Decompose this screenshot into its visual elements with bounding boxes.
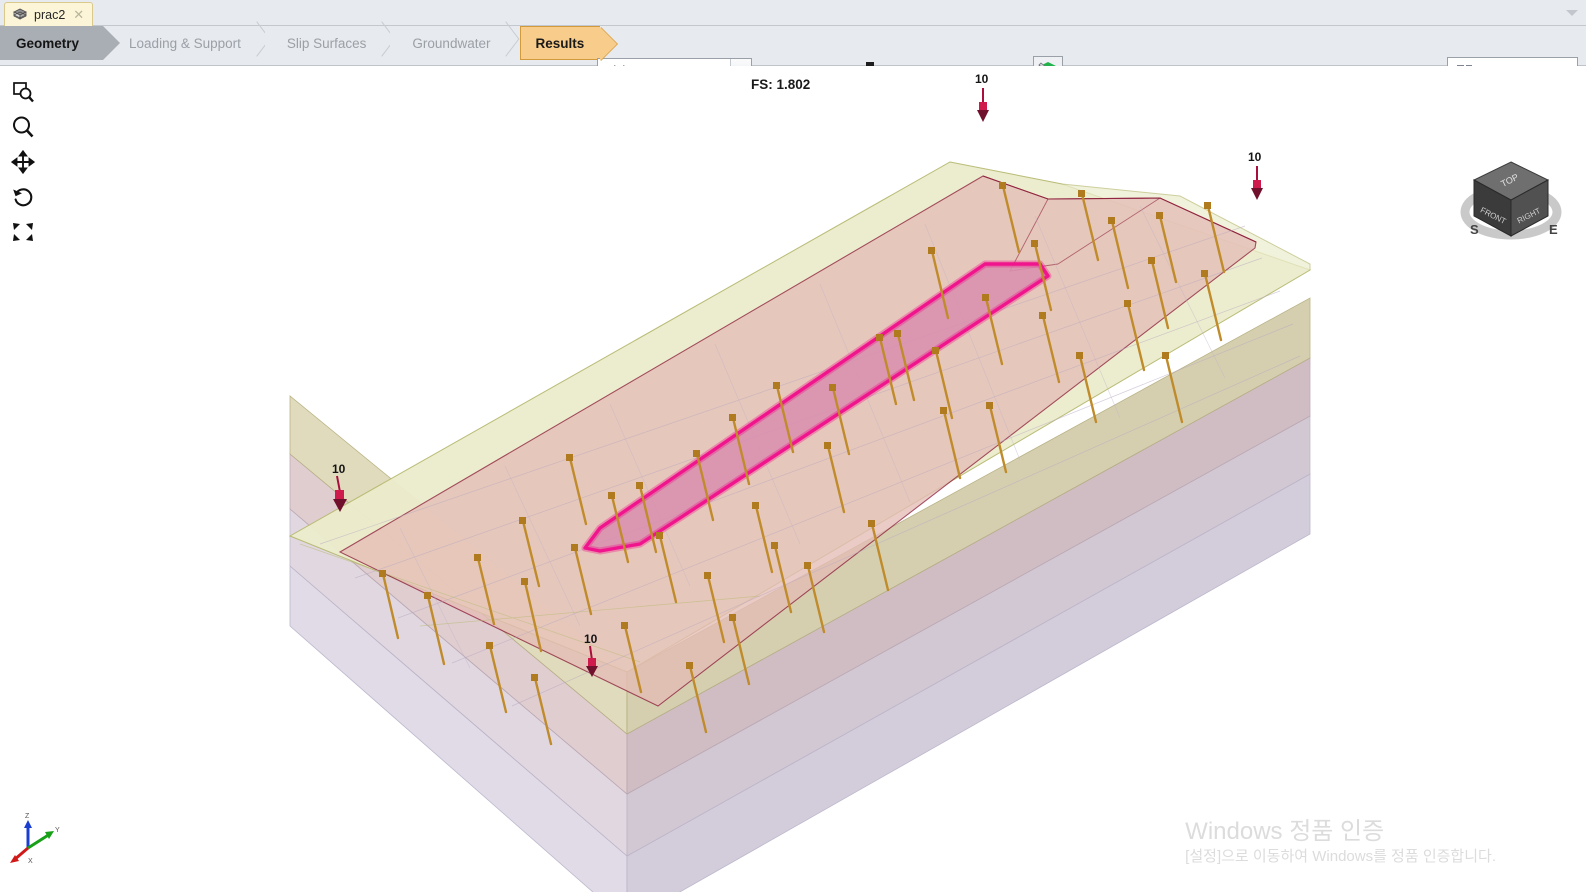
axis-x-label: X (28, 858, 33, 865)
close-icon[interactable]: ✕ (71, 8, 84, 21)
breadcrumb-step-label: Groundwater (412, 35, 491, 51)
model-viewport[interactable]: 10 10 10 10 FS: 1.802 TOP FRONT RIGHT S … (0, 66, 1586, 892)
watermark-subtitle: [설정]으로 이동하여 Windows를 정품 인증합니다. (1185, 847, 1496, 865)
breadcrumb-step-label: Loading & Support (129, 35, 241, 51)
axis-y-label: Y (55, 827, 60, 834)
breadcrumb-step-geometry[interactable]: Geometry (0, 26, 121, 60)
reset-rotation-icon[interactable] (6, 179, 40, 214)
zoom-extents-icon[interactable] (6, 214, 40, 249)
application-window: prac2 ✕ Geometry Loading & Support Slip … (0, 0, 1586, 892)
axis-triad: Z Y X (6, 808, 66, 868)
breadcrumb-step-label: Slip Surfaces (286, 35, 367, 51)
breadcrumb-step-label: Geometry (16, 35, 80, 51)
chevron-down-icon[interactable] (1566, 8, 1578, 18)
layers-cube-icon (12, 7, 28, 22)
windows-activation-watermark: Windows 정품 인증 [설정]으로 이동하여 Windows를 정품 인증… (1185, 817, 1496, 867)
watermark-title: Windows 정품 인증 (1185, 817, 1385, 845)
pan-icon[interactable] (6, 144, 40, 179)
breadcrumb: Geometry Loading & Support Slip Surfaces… (0, 26, 601, 60)
breadcrumb-step-label: Results (535, 35, 585, 51)
breadcrumb-step-loading-support[interactable]: Loading & Support (103, 26, 265, 60)
slope-stability-3d-model (288, 88, 1312, 892)
load-label: 10 (584, 632, 598, 646)
load-label: 10 (1248, 150, 1262, 164)
document-tab-prac2[interactable]: prac2 ✕ (4, 2, 94, 26)
breadcrumb-step-results[interactable]: Results (520, 26, 601, 60)
zoom-icon[interactable] (6, 109, 40, 144)
document-tab-label: prac2 (34, 7, 66, 22)
workflow-toolbar: Geometry Loading & Support Slip Surfaces… (0, 26, 1586, 87)
load-label: 10 (332, 462, 346, 476)
breadcrumb-step-groundwater[interactable]: Groundwater (390, 26, 515, 60)
view-tools-toolbar (6, 74, 40, 249)
document-tab-strip: prac2 ✕ (0, 0, 1586, 26)
factor-of-safety-readout: FS: 1.802 (751, 77, 811, 92)
navcube-compass-east: E (1549, 222, 1558, 237)
navigation-cube[interactable]: TOP FRONT RIGHT S E (1456, 154, 1566, 250)
breadcrumb-step-slip-surfaces[interactable]: Slip Surfaces (264, 26, 391, 60)
load-label: 10 (975, 72, 989, 86)
zoom-window-icon[interactable] (6, 74, 40, 109)
axis-z-label: Z (25, 813, 30, 820)
navcube-compass-south: S (1470, 222, 1479, 237)
